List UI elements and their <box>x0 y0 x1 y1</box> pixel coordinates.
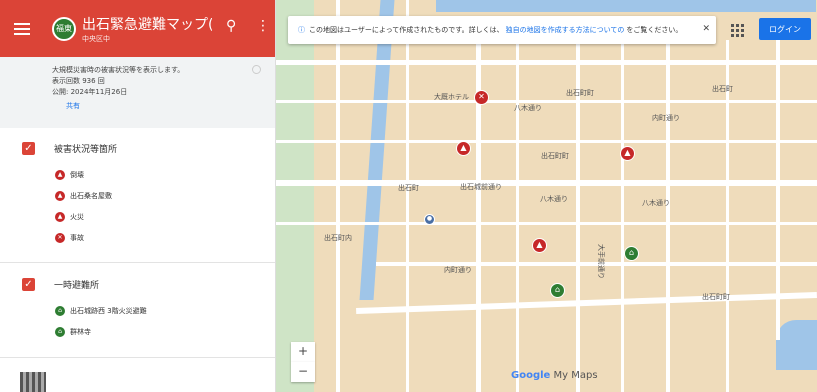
apps-grid-icon[interactable] <box>731 24 744 37</box>
layer-item[interactable]: ▲ 出石桑名屋敷 <box>55 185 275 206</box>
layer-divider <box>0 262 275 263</box>
layer-checkbox[interactable]: ✓ <box>22 141 35 155</box>
layer-item[interactable]: ⌂ 群林寺 <box>55 321 275 342</box>
more-vert-icon[interactable]: ⋮ <box>256 18 270 34</box>
street-label: 内町通り <box>652 114 680 122</box>
canal <box>436 0 816 12</box>
road <box>276 60 817 65</box>
layer-item[interactable]: ▲ 倒壊 <box>55 164 275 185</box>
road <box>276 140 817 143</box>
search-icon[interactable]: ⚲ <box>226 18 236 34</box>
shelter-marker-icon: ⌂ <box>55 305 65 316</box>
street-label: 八木通り <box>514 104 542 112</box>
street-label: 出石町 <box>398 184 419 192</box>
road <box>516 40 519 392</box>
shelter-marker-icon[interactable]: ⌂ <box>624 246 639 261</box>
street-label: 出石町町 <box>702 293 730 301</box>
brand-google: Google <box>511 370 551 381</box>
road <box>621 40 624 392</box>
layer-damage: ✓ 被害状況等箇所 ▲ 倒壊 ▲ 出石桑名屋敷 ▲ 火災 ✕ 事故 <box>0 138 275 248</box>
publish-date: 公開: 2024年11月26日 <box>52 88 128 96</box>
menu-icon[interactable] <box>14 22 30 35</box>
street-label: 大手前通り <box>597 244 605 279</box>
item-label: 火災 <box>70 212 84 221</box>
road <box>666 40 670 392</box>
layer-item[interactable]: ▲ 火災 <box>55 206 275 227</box>
street-label: 出石城前通り <box>460 183 502 191</box>
item-label: 出石城跡西 3階火災避難 <box>70 306 147 315</box>
share-link[interactable]: 共有 <box>66 101 261 112</box>
fire-marker-icon: ▲ <box>55 190 65 201</box>
item-label: 倒壊 <box>70 170 84 179</box>
road <box>276 180 817 186</box>
street-label: 八木通り <box>642 199 670 207</box>
road <box>356 291 817 315</box>
transit-icon[interactable]: ● <box>424 214 435 225</box>
layer-shelters: ✓ 一時避難所 ⌂ 出石城跡西 3階火災避難 ⌂ 群林寺 <box>0 274 275 342</box>
street-label: 出石町 <box>712 85 733 93</box>
brand-suffix: My Maps <box>553 370 598 381</box>
cross-marker-icon[interactable]: ✕ <box>474 90 489 105</box>
close-icon[interactable]: ✕ <box>702 24 710 34</box>
fire-marker-icon[interactable]: ▲ <box>620 146 635 161</box>
notice-text-end: をご覧ください。 <box>626 26 683 34</box>
fire-marker-icon[interactable]: ▲ <box>456 141 471 156</box>
shelter-marker-icon: ⌂ <box>55 326 65 337</box>
description-text: 大規模災害時の被害状況等を表示します。 <box>52 66 185 74</box>
shelter-marker-icon[interactable]: ⌂ <box>550 283 565 298</box>
street-label: 出石町内 <box>324 234 352 242</box>
layer-divider <box>0 357 275 358</box>
google-my-maps-logo: Google My Maps <box>511 370 598 381</box>
map-side-panel: 福東 出石緊急避難マップ(… 中央区中 ⚲ ⋮ 大規模災害時の被害状況等を表示し… <box>0 0 276 392</box>
street-label: 出石町町 <box>541 152 569 160</box>
cross-marker-icon: ✕ <box>55 232 65 243</box>
road <box>276 222 817 225</box>
notice-link[interactable]: 独自の地図を作成する方法についての <box>506 25 625 35</box>
layer-item[interactable]: ✕ 事故 <box>55 227 275 248</box>
info-icon[interactable] <box>252 65 261 74</box>
street-label: 内町通り <box>444 266 472 274</box>
street-label: 出石町町 <box>566 89 594 97</box>
street-label: 八木通り <box>540 195 568 203</box>
zoom-out-button[interactable]: − <box>291 362 315 382</box>
road <box>276 100 817 103</box>
layer-checkbox[interactable]: ✓ <box>22 277 35 291</box>
qr-code-icon <box>20 372 46 392</box>
notice-text: この地図はユーザーによって作成されたものです。詳しくは、 <box>309 26 504 34</box>
pond <box>776 320 817 370</box>
river <box>359 0 395 300</box>
fire-marker-icon: ▲ <box>55 211 65 222</box>
park-area <box>276 0 314 392</box>
map-subtitle: 中央区中 <box>82 34 110 43</box>
layer-title: 一時避難所 <box>54 280 100 291</box>
item-label: 出石桑名屋敷 <box>70 191 112 200</box>
panel-header: 福東 出石緊急避難マップ(… 中央区中 ⚲ ⋮ <box>0 0 275 57</box>
map-logo: 福東 <box>52 16 76 41</box>
road <box>776 40 780 340</box>
zoom-in-button[interactable]: + <box>291 342 315 362</box>
user-created-notice: ⓘ この地図はユーザーによって作成されたものです。詳しくは、 独自の地図を作成す… <box>288 16 716 44</box>
item-label: 事故 <box>70 233 84 242</box>
login-button[interactable]: ログイン <box>759 18 811 40</box>
info-icon: ⓘ <box>298 26 305 34</box>
layer-item[interactable]: ⌂ 出石城跡西 3階火災避難 <box>55 300 275 321</box>
road <box>406 0 409 392</box>
layer-title: 被害状況等箇所 <box>54 144 118 155</box>
view-count: 表示回数 936 回 <box>52 77 105 85</box>
fire-marker-icon[interactable]: ▲ <box>532 238 547 253</box>
fire-marker-icon: ▲ <box>55 169 65 180</box>
item-label: 群林寺 <box>70 327 91 336</box>
map-description: 大規模災害時の被害状況等を表示します。 表示回数 936 回 公開: 2024年… <box>0 57 275 128</box>
map-canvas[interactable]: 大厩ホテル 出石町町 出石町 八木通り 内町通り 出石町町 出石町 出石城前通り… <box>276 0 817 392</box>
road <box>336 0 340 392</box>
street-label: 大厩ホテル <box>434 93 469 101</box>
map-title: 出石緊急避難マップ(… <box>82 16 212 33</box>
